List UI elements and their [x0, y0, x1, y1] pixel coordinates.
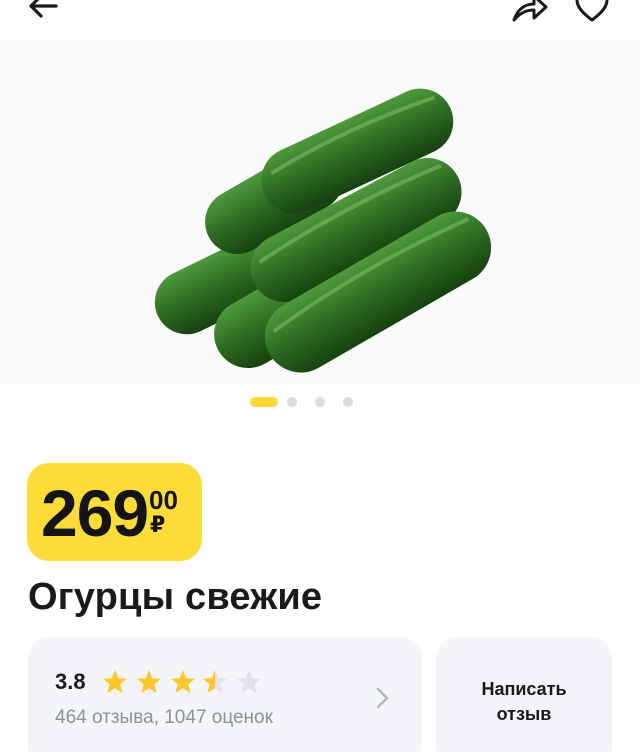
star-icon [137, 670, 161, 693]
share-icon [512, 0, 548, 22]
star-icon [103, 670, 127, 693]
gallery-dot[interactable] [287, 397, 297, 407]
price-main: 269 [41, 476, 149, 550]
product-image-gallery[interactable] [0, 40, 640, 385]
rating-value: 3.8 [55, 669, 86, 694]
write-review-label: Написать отзыв [481, 679, 567, 724]
chevron-right-icon [376, 687, 389, 709]
arrow-left-icon [29, 0, 58, 18]
heart-icon [575, 0, 609, 22]
price-badge: 269 00 ₽ [27, 463, 202, 561]
write-review-button[interactable]: Написать отзыв [436, 637, 612, 752]
cucumbers-image [154, 88, 492, 373]
price-currency: ₽ [150, 512, 166, 537]
back-button[interactable] [20, 0, 68, 26]
gallery-dot-active[interactable] [250, 397, 278, 407]
star-icon [171, 670, 195, 693]
gallery-dot[interactable] [343, 397, 353, 407]
share-button[interactable] [506, 0, 554, 28]
reviews-summary: 464 отзыва, 1047 оценок [55, 707, 273, 728]
star-empty-icon [237, 670, 261, 693]
top-bar [0, 0, 640, 40]
rating-stars [103, 670, 261, 693]
gallery-pagination [0, 397, 640, 409]
gallery-dot[interactable] [315, 397, 325, 407]
rating-card[interactable]: 3.8 464 отзыва, 1047 оценок [28, 637, 422, 752]
favorite-button[interactable] [568, 0, 616, 26]
star-half-icon [203, 670, 227, 693]
product-title: Огурцы свежие [28, 576, 323, 618]
